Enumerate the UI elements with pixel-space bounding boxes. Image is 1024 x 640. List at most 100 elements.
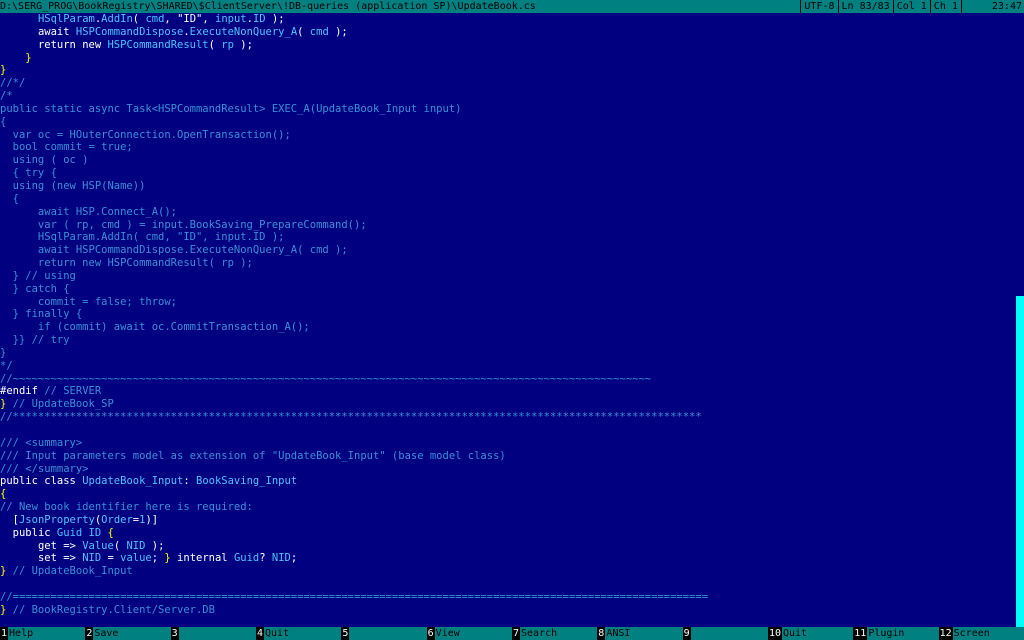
fkey-4[interactable]: 4 Quit	[255, 627, 342, 640]
fkey-3[interactable]: 3	[170, 627, 256, 640]
code-token: //**************************************…	[0, 411, 702, 424]
code-line[interactable]: }} // try	[0, 334, 1016, 347]
fkey-label: View	[434, 627, 512, 640]
code-line[interactable]: {	[0, 116, 1016, 129]
code-token: commit = false; throw;	[0, 295, 178, 308]
code-token: public	[12, 526, 57, 539]
fkey-label	[178, 627, 256, 640]
code-line[interactable]: // New book identifier here is required:	[0, 501, 1016, 514]
code-line[interactable]: if (commit) await oc.CommitTransaction_A…	[0, 321, 1016, 334]
code-token: set	[37, 552, 57, 565]
code-line[interactable]: //======================================…	[0, 591, 1016, 604]
code-token: (	[113, 539, 127, 552]
code-line[interactable]: }	[0, 52, 1016, 65]
code-line[interactable]: public static async Task<HSPCommandResul…	[0, 103, 1016, 116]
code-line[interactable]: } // BookRegistry.Client/Server.DB	[0, 604, 1016, 617]
code-line[interactable]: } finally {	[0, 308, 1016, 321]
code-line[interactable]: var ( rp, cmd ) = input.BookSaving_Prepa…	[0, 219, 1016, 232]
code-token: return new	[37, 38, 108, 51]
code-line[interactable]: { try {	[0, 167, 1016, 180]
code-token: :	[183, 475, 196, 488]
code-line[interactable]: public Guid ID {	[0, 527, 1016, 540]
fkey-10[interactable]: 10 Quit	[767, 627, 854, 640]
code-token: );	[265, 13, 285, 25]
code-line[interactable]: //**************************************…	[0, 411, 1016, 424]
fkey-6[interactable]: 6 View	[426, 627, 512, 640]
code-line[interactable]: var oc = HOuterConnection.OpenTransactio…	[0, 129, 1016, 142]
code-line[interactable]: HSqlParam.AddIn( cmd, "ID", input.ID );	[0, 231, 1016, 244]
code-line[interactable]: using ( oc )	[0, 154, 1016, 167]
fkey-number: 8	[597, 627, 606, 640]
code-line[interactable]	[0, 424, 1016, 437]
code-token: /// <summary>	[0, 436, 83, 449]
vertical-scrollbar[interactable]	[1016, 13, 1024, 627]
code-line[interactable]: await HSPCommandDispose.ExecuteNonQuery_…	[0, 244, 1016, 257]
code-line[interactable]: } // using	[0, 270, 1016, 283]
code-line[interactable]: /*	[0, 90, 1016, 103]
code-token: );	[145, 539, 165, 552]
code-token: } finally {	[0, 308, 83, 321]
encoding-indicator: UTF-8	[800, 0, 837, 13]
code-token: (	[132, 13, 146, 25]
code-line[interactable]: //*/	[0, 77, 1016, 90]
fkey-label: ANSI	[605, 627, 683, 640]
fkey-12[interactable]: 12 Screen	[938, 627, 1024, 640]
code-line[interactable]: [JsonProperty(Order=1)]	[0, 514, 1016, 527]
code-line[interactable]: #endif // SERVER	[0, 385, 1016, 398]
code-line[interactable]: set => NID = value; } internal Guid? NID…	[0, 552, 1016, 565]
code-token: { try {	[0, 167, 57, 180]
code-line[interactable]: }	[0, 64, 1016, 77]
fkey-1[interactable]: 1 Help	[0, 627, 86, 640]
code-token: cmd	[309, 25, 329, 38]
code-line[interactable]: await HSPCommandDispose.ExecuteNonQuery_…	[0, 26, 1016, 39]
code-token: )]	[145, 513, 159, 526]
code-token: NID	[271, 552, 291, 565]
fkey-5[interactable]: 5	[341, 627, 427, 640]
code-token: HSqlParam.AddIn( cmd, "ID", input.ID );	[0, 231, 285, 244]
code-line[interactable]: bool commit = true;	[0, 141, 1016, 154]
fkey-label: Plugin	[867, 627, 939, 640]
code-line[interactable]: commit = false; throw;	[0, 296, 1016, 309]
code-token: AddIn	[101, 13, 133, 25]
fkey-8[interactable]: 8 ANSI	[597, 627, 683, 640]
code-line[interactable]: } // UpdateBook_Input	[0, 565, 1016, 578]
fkey-number: 2	[85, 627, 94, 640]
code-token: // UpdateBook_Input	[6, 565, 133, 578]
code-line[interactable]: //~~~~~~~~~~~~~~~~~~~~~~~~~~~~~~~~~~~~~~…	[0, 373, 1016, 386]
scrollbar-thumb[interactable]	[1016, 296, 1024, 627]
code-line[interactable]: return new HSPCommandResult( rp );	[0, 39, 1016, 52]
code-token: }} // try	[0, 334, 70, 347]
code-token: var ( rp, cmd ) = input.BookSaving_Prepa…	[0, 218, 367, 231]
code-line[interactable]: get => Value( NID );	[0, 540, 1016, 553]
code-line[interactable]: await HSP.Connect_A();	[0, 206, 1016, 219]
code-line[interactable]: } // UpdateBook_SP	[0, 398, 1016, 411]
code-line[interactable]: return new HSPCommandResult( rp );	[0, 257, 1016, 270]
fkey-9[interactable]: 9	[682, 627, 768, 640]
code-line[interactable]: {	[0, 193, 1016, 206]
code-token: BookSaving_Input	[196, 475, 298, 488]
fkey-7[interactable]: 7 Search	[511, 627, 598, 640]
code-line[interactable]: /// Input parameters model as extension …	[0, 450, 1016, 463]
fkey-2[interactable]: 2 Save	[85, 627, 171, 640]
code-token: NID	[82, 552, 102, 565]
code-line[interactable]: {	[0, 488, 1016, 501]
code-line[interactable]: } catch {	[0, 283, 1016, 296]
code-editor[interactable]: HSqlParam.AddIn( cmd, "ID", input.ID ); …	[0, 13, 1016, 627]
code-line[interactable]	[0, 578, 1016, 591]
fkey-11[interactable]: 11 Plugin	[853, 627, 939, 640]
code-token: {	[0, 192, 19, 205]
fkey-number: 12	[938, 627, 953, 640]
code-line[interactable]: /// <summary>	[0, 437, 1016, 450]
code-token: // UpdateBook_SP	[6, 398, 114, 411]
code-line[interactable]: public class UpdateBook_Input: BookSavin…	[0, 475, 1016, 488]
code-line[interactable]: using (new HSP(Name))	[0, 180, 1016, 193]
code-line[interactable]: }	[0, 347, 1016, 360]
fkey-number: 10	[767, 627, 782, 640]
code-token: await HSP.Connect_A();	[0, 205, 178, 218]
code-token: }	[0, 64, 7, 77]
code-token: ,	[164, 13, 178, 25]
code-line[interactable]: */	[0, 360, 1016, 373]
code-line[interactable]: /// </summary>	[0, 463, 1016, 476]
code-line[interactable]: HSqlParam.AddIn( cmd, "ID", input.ID );	[0, 13, 1016, 26]
